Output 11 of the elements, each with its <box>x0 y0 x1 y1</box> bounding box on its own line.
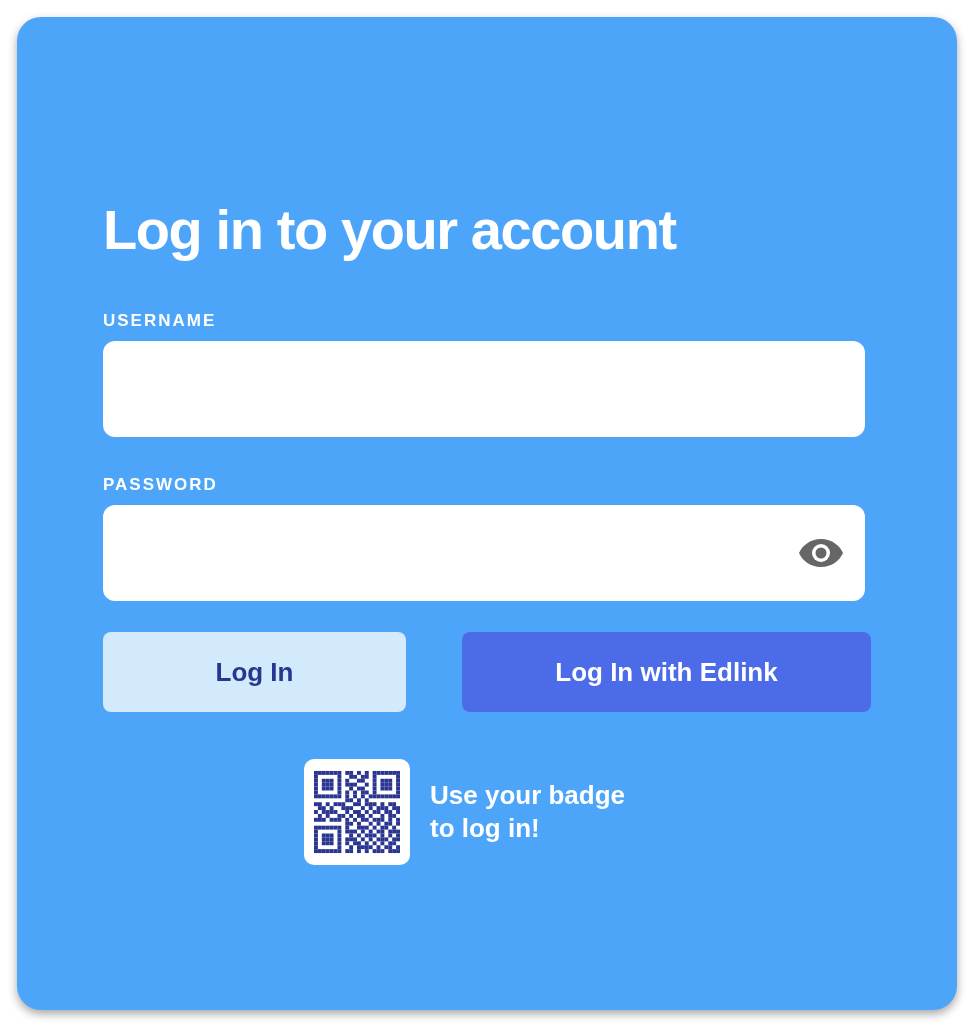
page-title: Log in to your account <box>103 197 678 263</box>
eye-icon[interactable] <box>798 538 844 568</box>
edlink-login-button[interactable]: Log In with Edlink <box>462 632 871 712</box>
field-label: PASSWORD <box>103 475 219 495</box>
badge-hint-text: to log in! <box>430 812 541 845</box>
username-field[interactable] <box>103 341 865 437</box>
login-button[interactable]: Log In <box>103 632 406 712</box>
qr-code-icon <box>304 759 410 865</box>
badge-hint-text: Use your badge <box>430 779 627 812</box>
field-label: USERNAME <box>103 311 218 331</box>
password-field[interactable] <box>103 505 865 601</box>
